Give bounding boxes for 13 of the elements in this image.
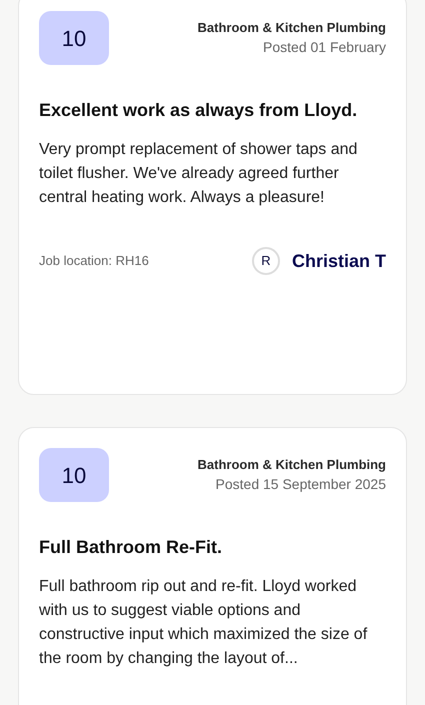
- job-category: Bathroom & Kitchen Plumbing: [198, 19, 386, 37]
- posted-date: Posted 15 September 2025: [216, 475, 386, 494]
- reviewer-name: Christian T: [292, 250, 386, 272]
- job-category: Bathroom & Kitchen Plumbing: [198, 456, 386, 474]
- review-title: Excellent work as always from Lloyd.: [39, 99, 358, 122]
- job-location: Job location: RH16: [39, 252, 149, 270]
- review-text: Very prompt replacement of shower taps and toilet flusher. We've already agreed further central heating work. Always a pleasure!: [39, 140, 358, 208]
- posted-date: Posted 01 February: [263, 38, 386, 57]
- reviewer-avatar: R: [252, 247, 280, 275]
- score-badge: 10: [39, 11, 109, 65]
- review-text: Full bathroom rip out and re-fit. Lloyd worked with us to suggest viable options and constructive input which maximized the size of the room by changing the layout of...: [39, 577, 368, 669]
- review-title: Full Bathroom Re-Fit.: [39, 536, 223, 559]
- score-badge: 10: [39, 448, 109, 502]
